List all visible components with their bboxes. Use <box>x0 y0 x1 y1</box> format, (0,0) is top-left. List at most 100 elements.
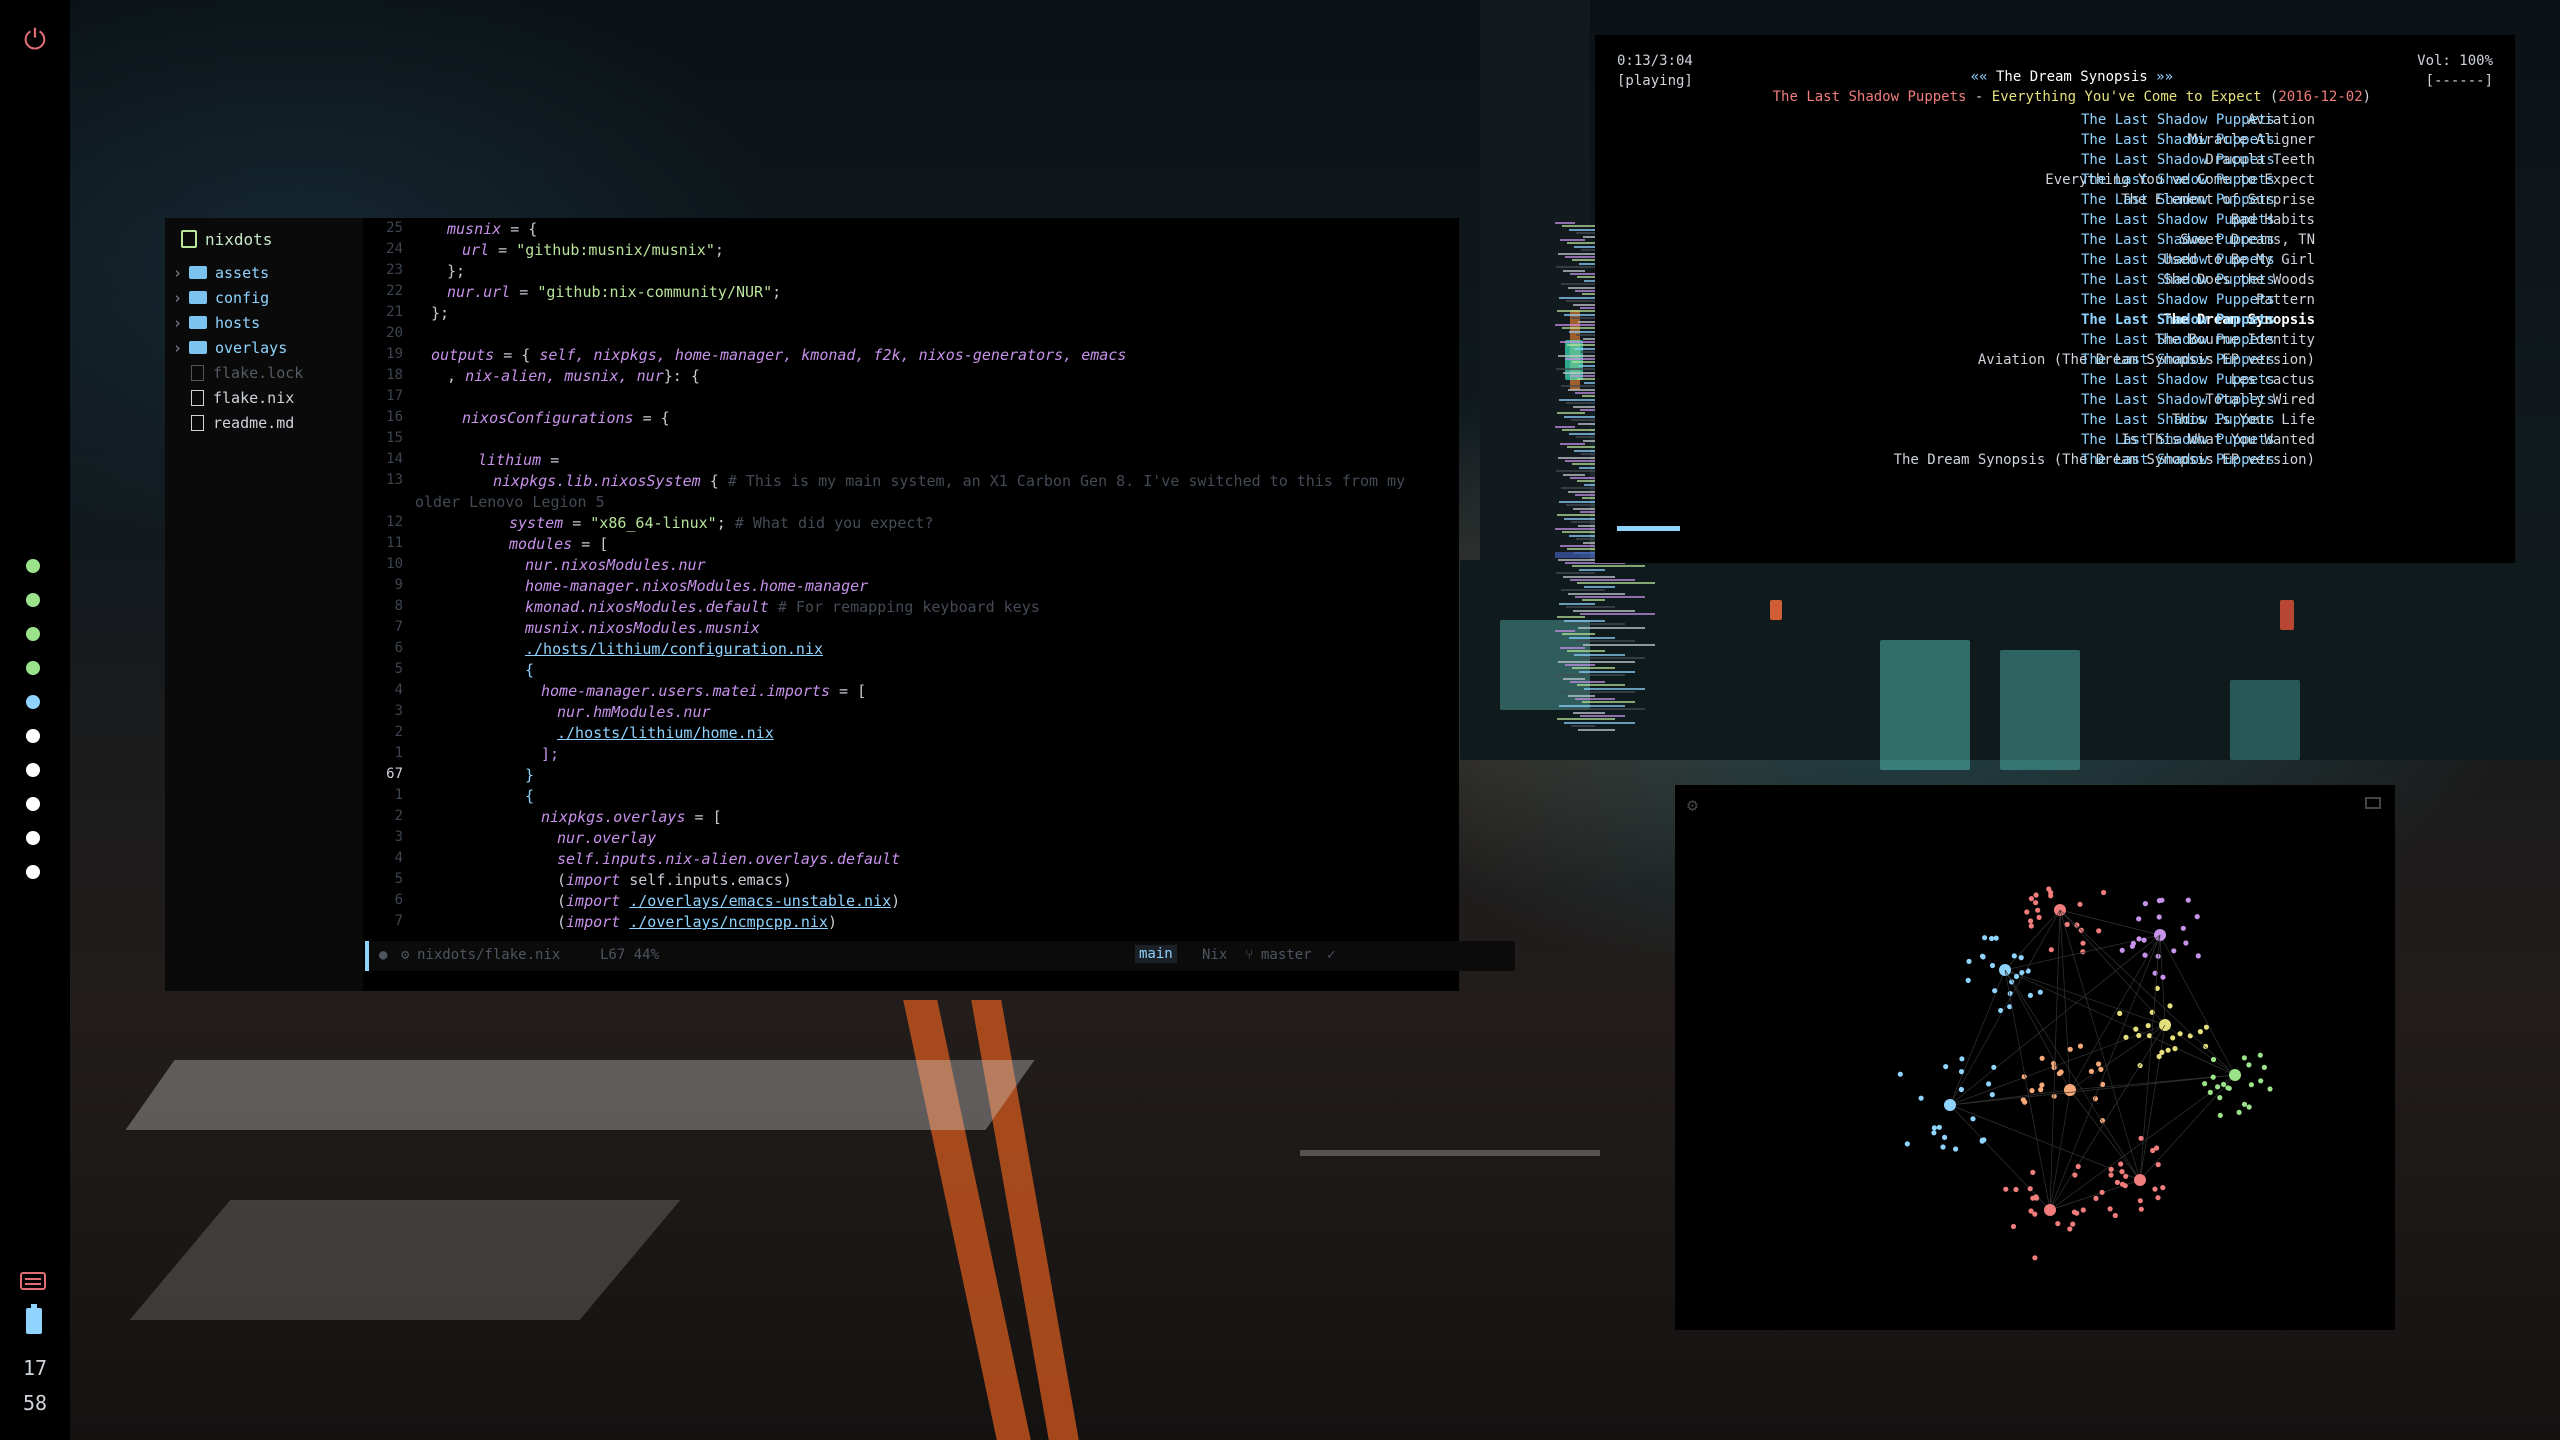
graph-node[interactable] <box>2138 1135 2144 1141</box>
music-player-window[interactable]: 0:13/3:04 [playing] «« The Dream Synopsi… <box>1595 35 2515 563</box>
graph-node[interactable] <box>2064 921 2070 927</box>
code-path-link[interactable]: ./overlays/emacs-unstable.nix <box>629 892 891 910</box>
graph-node[interactable] <box>1966 958 1972 964</box>
graph-node[interactable] <box>2077 901 2083 907</box>
tree-folder[interactable]: › config <box>173 287 269 309</box>
graph-node[interactable] <box>2119 1181 2126 1187</box>
graph-node[interactable] <box>1958 1069 1965 1075</box>
graph-node[interactable] <box>2123 1173 2129 1179</box>
graph-node[interactable] <box>2136 1032 2142 1039</box>
graph-node[interactable] <box>1931 1125 1937 1131</box>
playlist-track-artist[interactable]: The Last Shadow Puppets <box>2081 172 2275 188</box>
graph-node[interactable] <box>2155 1195 2161 1201</box>
playlist-track-artist[interactable]: The Last Shadow Puppets <box>2081 212 2275 228</box>
graph-node[interactable] <box>2036 914 2042 920</box>
graph-node[interactable] <box>2088 1068 2094 1074</box>
graph-node[interactable] <box>2258 1078 2264 1084</box>
graph-node[interactable] <box>2207 1089 2213 1095</box>
graph-node[interactable] <box>2101 889 2107 896</box>
graph-node[interactable] <box>2194 914 2200 920</box>
graph-node[interactable] <box>2093 1195 2099 1201</box>
graph-node[interactable] <box>2080 940 2086 946</box>
graph-node[interactable] <box>1918 1095 1924 1101</box>
graph-node[interactable] <box>2035 907 2041 913</box>
graph-node[interactable] <box>2136 936 2142 942</box>
graph-node[interactable] <box>2195 953 2201 959</box>
graph-node[interactable] <box>2077 1043 2084 1049</box>
graph-node[interactable] <box>2133 1026 2139 1032</box>
graph-node[interactable] <box>2246 1104 2252 1110</box>
workspace-dot[interactable] <box>26 763 40 777</box>
workspace-dot[interactable] <box>26 865 40 879</box>
tree-file[interactable]: readme.md <box>173 412 294 434</box>
graph-node[interactable] <box>2172 1046 2178 1052</box>
workspace-dot[interactable] <box>26 593 40 607</box>
graph-node[interactable] <box>1991 1064 1997 1070</box>
playlist-track-artist[interactable]: The Last Shadow Puppets <box>2081 112 2275 128</box>
graph-node[interactable] <box>2155 1162 2161 1168</box>
workspace-dot[interactable] <box>26 729 40 743</box>
graph-node[interactable] <box>1982 935 1988 941</box>
graph-node[interactable] <box>2202 1081 2208 1087</box>
playlist-track-artist[interactable]: The Last Shadow Puppets <box>2081 312 2275 328</box>
graph-node[interactable] <box>2236 1109 2242 1115</box>
graph-node[interactable] <box>1989 935 1995 942</box>
graph-node[interactable] <box>2180 925 2186 931</box>
graph-node[interactable] <box>2067 1046 2073 1052</box>
graph-node[interactable] <box>1986 1081 1992 1087</box>
graph-node[interactable] <box>2267 1086 2273 1092</box>
graph-node[interactable] <box>2028 923 2034 929</box>
graph-node[interactable] <box>2030 1169 2036 1175</box>
graph-node[interactable] <box>1936 1124 1942 1130</box>
graph-node[interactable] <box>2156 914 2162 920</box>
volume-indicator[interactable]: Vol: 100% <box>2417 53 2493 69</box>
graph-node[interactable] <box>2099 1189 2105 1195</box>
graph-node[interactable] <box>1904 1141 1910 1147</box>
graph-node[interactable] <box>2248 1082 2254 1088</box>
graph-node[interactable] <box>2217 1095 2223 1101</box>
graph-node[interactable] <box>2013 1186 2019 1193</box>
graph-node[interactable] <box>2024 909 2030 915</box>
graph-node[interactable] <box>1989 962 1996 969</box>
graph-node[interactable] <box>2096 928 2102 934</box>
graph-node[interactable] <box>2119 947 2125 953</box>
graph-node[interactable] <box>2071 1209 2077 1215</box>
tree-folder[interactable]: › assets <box>173 262 269 284</box>
graph-node[interactable] <box>1989 1092 1995 1098</box>
graph-node[interactable] <box>2167 1003 2173 1009</box>
graph-node[interactable] <box>2044 1204 2056 1216</box>
graph-node[interactable] <box>2145 1023 2151 1029</box>
graph-node[interactable] <box>1965 977 1971 983</box>
workspace-dot[interactable] <box>26 559 40 573</box>
graph-node[interactable] <box>2021 1074 2027 1080</box>
graph-node[interactable] <box>2112 1212 2118 1219</box>
playlist-track-artist[interactable]: The Last Shadow Puppets <box>2081 352 2275 368</box>
playlist-track-artist[interactable]: The Last Shadow Puppets <box>2081 372 2275 388</box>
graph-node[interactable] <box>1979 1137 1985 1143</box>
graph-node[interactable] <box>2070 1221 2076 1227</box>
graph-node[interactable] <box>2229 1069 2241 1081</box>
graph-node[interactable] <box>2136 916 2142 922</box>
playlist-track-artist[interactable]: The Last Shadow Puppets <box>2081 232 2275 248</box>
graph-node[interactable] <box>2020 1097 2026 1103</box>
graph-node[interactable] <box>2156 898 2162 904</box>
graph-node[interactable] <box>2215 1084 2221 1090</box>
tree-folder[interactable]: › overlays <box>173 337 287 359</box>
graph-node[interactable] <box>2033 892 2039 898</box>
graph-node[interactable] <box>2134 1174 2146 1186</box>
graph-node[interactable] <box>2027 1186 2033 1192</box>
graph-node[interactable] <box>2117 1010 2123 1016</box>
tree-file[interactable]: flake.nix <box>173 387 294 409</box>
graph-node[interactable] <box>2246 1062 2252 1068</box>
graph-node[interactable] <box>2210 1074 2216 1080</box>
code-path-link[interactable]: ./overlays/ncmpcpp.nix <box>629 913 828 931</box>
graph-node[interactable] <box>2187 1033 2193 1039</box>
graph-node[interactable] <box>2018 955 2024 961</box>
graph-node[interactable] <box>2123 1034 2129 1040</box>
graph-node[interactable] <box>1970 1116 1976 1122</box>
graph-node[interactable] <box>2185 897 2191 903</box>
graph-node[interactable] <box>2225 1085 2231 1091</box>
playlist-track-artist[interactable]: The Last Shadow Puppets <box>2081 432 2275 448</box>
graph-node[interactable] <box>2203 1043 2209 1049</box>
graph-node[interactable] <box>2046 886 2052 892</box>
